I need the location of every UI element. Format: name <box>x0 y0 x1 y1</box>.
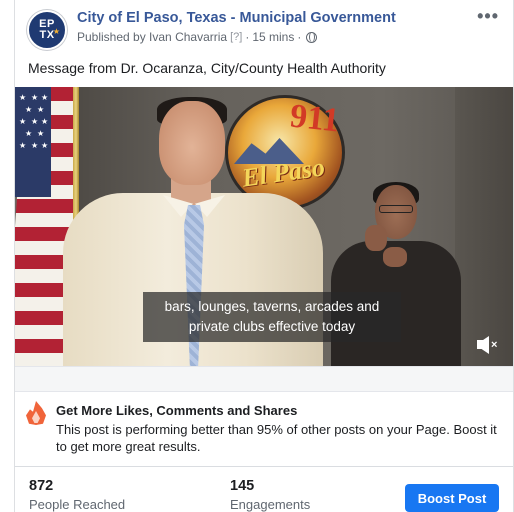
boost-suggestion: Get More Likes, Comments and Shares This… <box>15 392 513 462</box>
people-reached-value: 872 <box>29 478 54 494</box>
caption-line-2: private clubs effective today <box>188 319 356 334</box>
video-player[interactable]: ★ ★ ★ ★ ★ ★ ★ ★ ★ ★ ★ ★ ★ 911 El Paso ba… <box>15 87 513 366</box>
video-caption: bars, lounges, taverns, arcades and priv… <box>143 292 401 342</box>
engagements-stat[interactable]: 145 Engagements <box>230 478 310 512</box>
fire-icon <box>26 401 46 425</box>
muted-speaker-icon[interactable]: × <box>477 336 499 354</box>
post-message: Message from Dr. Ocaranza, City/County H… <box>28 60 386 76</box>
published-by: Published by Ivan Chavarria <box>77 30 228 44</box>
people-reached-label: People Reached <box>29 497 126 512</box>
post-time[interactable]: 15 mins <box>252 30 294 44</box>
globe-icon[interactable] <box>306 31 318 43</box>
meta-separator-2: · <box>297 30 302 44</box>
mute-x: × <box>491 339 498 351</box>
more-options-icon[interactable]: ••• <box>477 6 499 27</box>
engagements-label: Engagements <box>230 497 311 512</box>
video-pillar <box>455 87 513 366</box>
meta-separator: · <box>245 30 250 44</box>
post-header: EP TX ★ City of El Paso, Texas - Municip… <box>15 6 513 52</box>
post-card: EP TX ★ City of El Paso, Texas - Municip… <box>14 0 514 512</box>
post-stats: 872 People Reached 145 Engagements Boost… <box>15 467 513 512</box>
boost-title: Get More Likes, Comments and Shares <box>56 403 298 418</box>
engagements-value: 145 <box>230 478 255 494</box>
boost-description: This post is performing better than 95% … <box>56 422 497 454</box>
boost-post-button[interactable]: Boost Post <box>405 484 499 512</box>
star-icon: ★ <box>52 27 60 36</box>
post-meta: Published by Ivan Chavarria [?] · 15 min… <box>77 30 318 44</box>
people-reached-stat[interactable]: 872 People Reached <box>29 478 125 512</box>
page-avatar[interactable]: EP TX ★ <box>27 10 67 50</box>
help-marker[interactable]: [?] <box>230 31 242 43</box>
caption-line-1: bars, lounges, taverns, arcades and <box>164 299 380 314</box>
page-name-link[interactable]: City of El Paso, Texas - Municipal Gover… <box>77 10 396 26</box>
boost-separator-band <box>15 366 513 392</box>
